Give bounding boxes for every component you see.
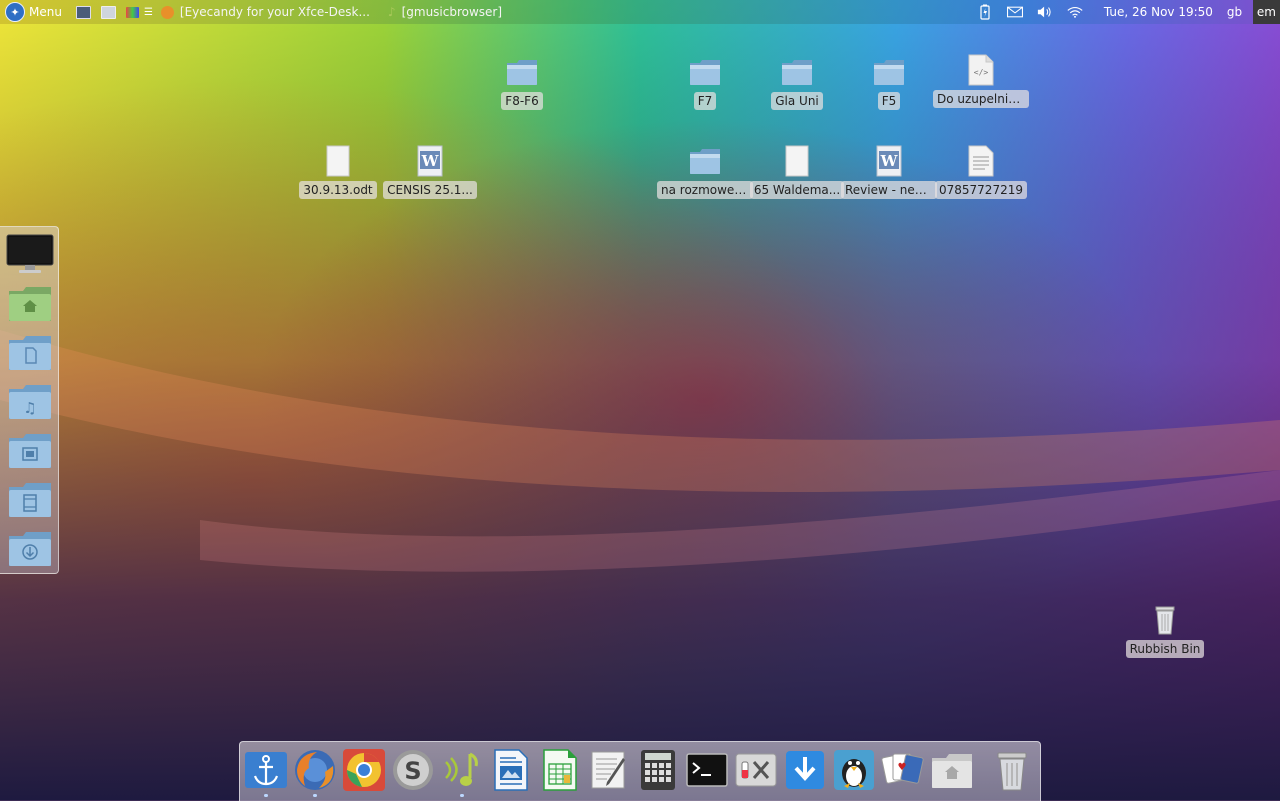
icon-label: na rozmowe ...: [657, 181, 753, 199]
running-indicator: [313, 794, 317, 797]
svg-text:S: S: [404, 757, 421, 785]
desktop-wallpaper: [0, 0, 1280, 800]
bottom-dock: S ♥: [239, 741, 1041, 801]
icon-label: CENSIS 25.1...: [383, 181, 477, 199]
desktop-icon-gla-uni[interactable]: Gla Uni: [751, 54, 843, 110]
blank-file-icon: [779, 143, 815, 179]
desktop-icon-f7[interactable]: F7: [659, 54, 751, 110]
desktop-icon-65-waldema[interactable]: 65 Waldema...: [749, 143, 845, 199]
music-note-icon: ♪: [387, 5, 396, 19]
clock[interactable]: Tue, 26 Nov 19:50: [1104, 0, 1213, 24]
running-indicator: [264, 794, 268, 797]
icon-label: 30.9.13.odt: [299, 181, 377, 199]
web-browser-icon[interactable]: [125, 6, 139, 18]
places-dock: ♫: [0, 226, 59, 574]
desktop-icon-review-neg[interactable]: W Review - neg...: [841, 143, 937, 199]
task-title: [gmusicbrowser]: [401, 5, 503, 19]
icon-label: F7: [693, 92, 717, 110]
whisker-menu-button[interactable]: ✦ Menu: [0, 0, 62, 24]
firefox-icon[interactable]: [293, 748, 337, 797]
documents-folder-icon[interactable]: [8, 334, 52, 372]
desktop-icon-na-rozmowe[interactable]: na rozmowe ...: [657, 143, 753, 199]
folder-icon: [504, 54, 540, 90]
desktop-icon-07857727219[interactable]: 07857727219: [935, 143, 1027, 199]
writer-icon[interactable]: [489, 748, 533, 792]
penguin-icon[interactable]: [832, 748, 876, 792]
file-manager-icon[interactable]: [100, 5, 116, 19]
desktop-icon-censis[interactable]: W CENSIS 25.1...: [383, 143, 477, 199]
keyboard-layout-em[interactable]: em: [1252, 0, 1280, 24]
download-icon[interactable]: [783, 748, 827, 792]
home-folder-icon[interactable]: [930, 748, 974, 792]
blank-file-icon: [320, 143, 356, 179]
battery-icon[interactable]: [977, 4, 993, 20]
icon-label: 07857727219: [935, 181, 1027, 199]
desktop-icon-f5[interactable]: F5: [843, 54, 935, 110]
firefox-small-icon: [160, 5, 174, 19]
task-button-eyecandy[interactable]: [Eyecandy for your Xfce-Desk...: [157, 0, 374, 24]
icon-label: Rubbish Bin: [1125, 640, 1205, 658]
trash-icon[interactable]: [990, 748, 1034, 792]
music-player-icon[interactable]: [440, 748, 484, 797]
volume-icon[interactable]: [1037, 4, 1053, 20]
top-panel: ✦ Menu ☰ [Eyecandy for your Xfce-Desk...…: [0, 0, 1280, 24]
settings-icon[interactable]: [734, 748, 778, 792]
icon-label: Do uzupelnie...: [933, 90, 1029, 108]
svg-text:</>: </>: [974, 68, 989, 77]
desktop-icon-f8-f6[interactable]: F8-F6: [476, 54, 568, 110]
folder-icon: [687, 143, 723, 179]
svg-text:W: W: [880, 152, 899, 170]
mail-icon[interactable]: [1006, 4, 1023, 20]
icon-label: Review - neg...: [841, 181, 937, 199]
desktop-icon-rubbish-bin[interactable]: Rubbish Bin: [1119, 602, 1211, 658]
word-document-icon: W: [871, 143, 907, 179]
desktop-icon-do-uzupelnie[interactable]: </> Do uzupelnie...: [933, 52, 1029, 108]
icon-label: 65 Waldema...: [749, 181, 845, 199]
downloads-folder-icon[interactable]: [8, 530, 52, 568]
folder-icon: [871, 54, 907, 90]
trash-icon: [1147, 602, 1183, 638]
icon-label: F8-F6: [501, 92, 543, 110]
pictures-folder-icon[interactable]: [8, 432, 52, 470]
keyboard-layout-gb[interactable]: gb: [1227, 0, 1249, 24]
chrome-icon[interactable]: [342, 748, 386, 792]
home-folder-icon[interactable]: [8, 285, 52, 323]
skype-icon[interactable]: S: [391, 748, 435, 792]
calc-icon[interactable]: [538, 748, 582, 792]
task-button-gmusicbrowser[interactable]: ♪ [gmusicbrowser]: [384, 0, 506, 24]
music-folder-icon[interactable]: ♫: [8, 383, 52, 421]
computer-icon[interactable]: [6, 233, 54, 275]
xfce-logo-icon: ✦: [5, 2, 25, 22]
wifi-icon[interactable]: [1067, 4, 1083, 20]
word-document-icon: W: [412, 143, 448, 179]
desktop-icon-30-9-13-odt[interactable]: 30.9.13.odt: [292, 143, 384, 199]
show-desktop-icon[interactable]: [75, 5, 91, 19]
running-indicator: [460, 794, 464, 797]
html-file-icon: </>: [963, 52, 999, 88]
folder-icon: [779, 54, 815, 90]
calculator-icon[interactable]: [636, 748, 680, 792]
svg-text:♥: ♥: [898, 762, 907, 773]
anchor-icon[interactable]: [244, 748, 288, 797]
terminal-icon[interactable]: [685, 748, 729, 792]
folder-icon: [687, 54, 723, 90]
menu-label: Menu: [29, 5, 62, 19]
icon-label: Gla Uni: [771, 92, 823, 110]
videos-folder-icon[interactable]: [8, 481, 52, 519]
window-list-menu-icon[interactable]: ☰: [144, 0, 153, 24]
text-editor-icon[interactable]: [587, 748, 631, 792]
icon-label: F5: [877, 92, 901, 110]
text-file-icon: [963, 143, 999, 179]
cards-icon[interactable]: ♥: [881, 748, 925, 792]
task-title: [Eyecandy for your Xfce-Desk...: [179, 5, 370, 19]
svg-text:♫: ♫: [23, 399, 36, 417]
svg-text:W: W: [421, 152, 440, 170]
